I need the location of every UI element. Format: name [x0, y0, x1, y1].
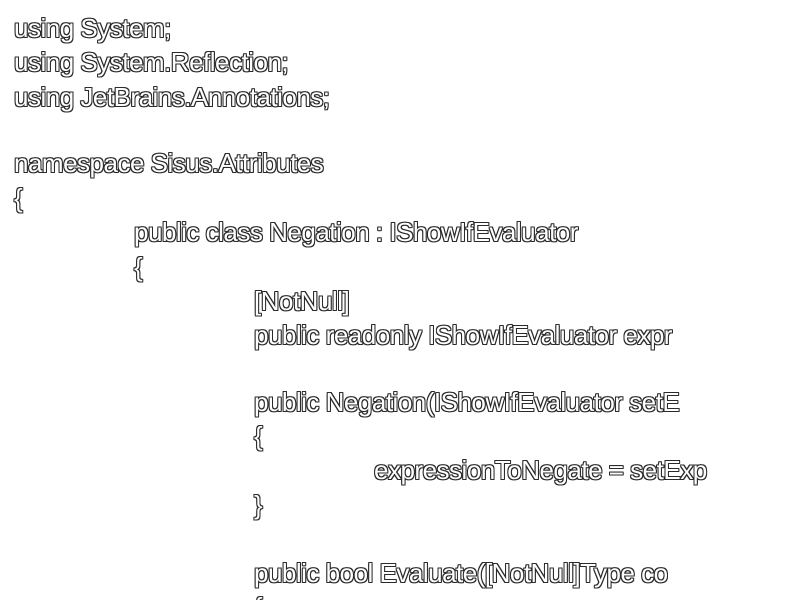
code-line-method-open-brace: {	[254, 590, 263, 600]
code-line-using-reflection: using System.Reflection;	[14, 47, 289, 77]
code-line-constructor: public Negation(IShowIfEvaluator setE	[254, 387, 680, 417]
code-line-using-system: using System;	[14, 13, 171, 43]
code-line-class-declaration: public class Negation : IShowIfEvaluator	[134, 217, 578, 247]
code-line-assignment: expressionToNegate = setExp	[374, 455, 707, 485]
code-line-field-declaration: public readonly IShowIfEvaluator expr	[254, 320, 672, 350]
code-line-evaluate-method: public bool Evaluate([NotNull]Type co	[254, 558, 668, 588]
code-line-constructor-close-brace: }	[254, 490, 263, 520]
code-line-using-annotations: using JetBrains.Annotations;	[14, 82, 330, 112]
code-line-notnull-attribute: [NotNull]	[254, 286, 350, 316]
code-line-class-open-brace: {	[134, 252, 143, 282]
code-line-namespace: namespace Sisus.Attributes	[14, 148, 324, 178]
code-line-namespace-open-brace: {	[14, 183, 23, 213]
code-line-constructor-open-brace: {	[254, 421, 263, 451]
code-editor: using System; using System.Reflection; u…	[0, 0, 800, 600]
